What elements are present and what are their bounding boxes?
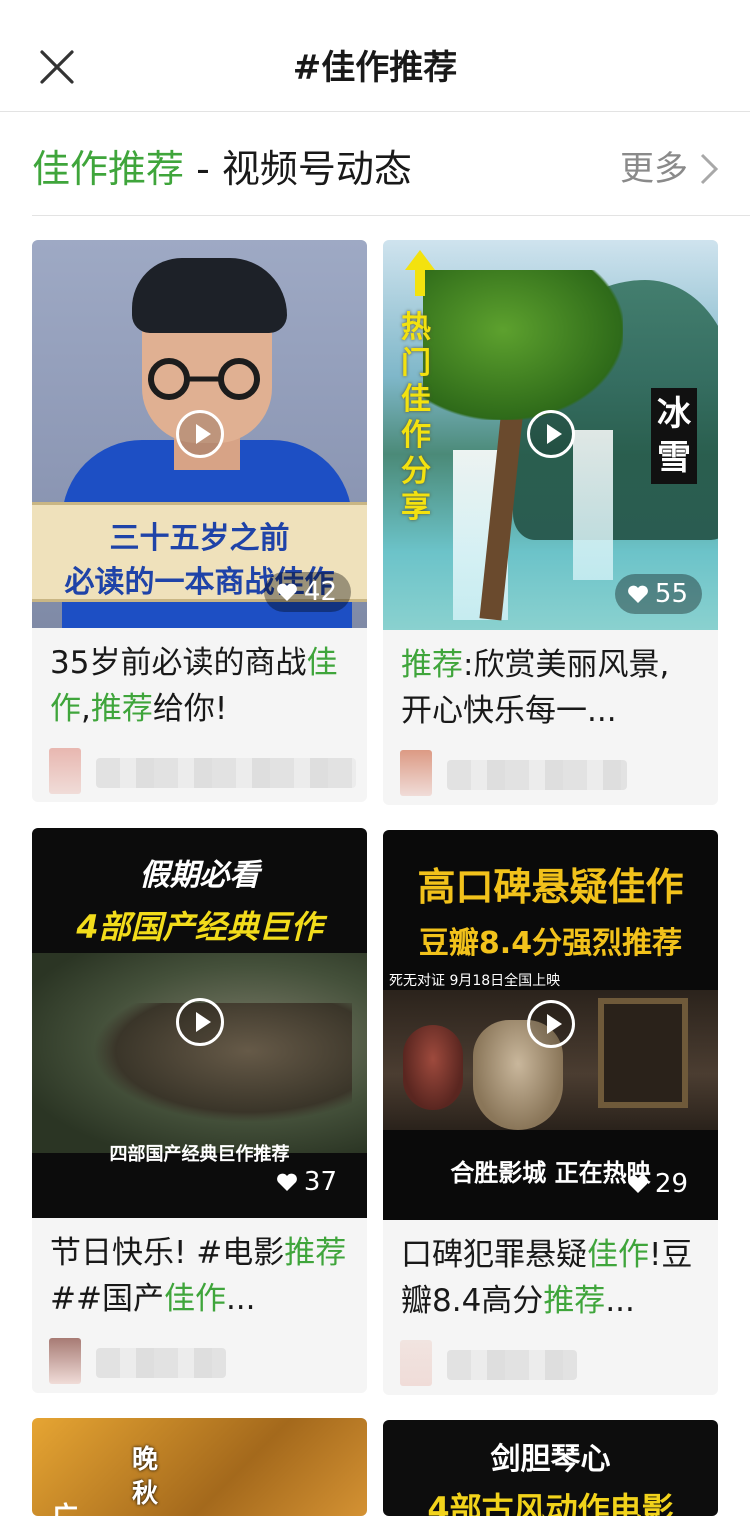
caption-text: 口碑犯罪悬疑 <box>401 1237 587 1273</box>
caption-text: ... <box>605 1283 635 1319</box>
thumb-text: 热门佳作分享 <box>401 310 431 525</box>
author-row <box>383 1330 718 1394</box>
page-title: #佳作推荐 <box>292 48 458 88</box>
thumb-text: 剑胆琴心 <box>490 1442 611 1477</box>
author-row <box>32 738 367 802</box>
video-card[interactable]: 晚秋 广 <box>32 1418 367 1516</box>
video-card[interactable]: 剑胆琴心 4部古风动作电影 <box>383 1420 718 1516</box>
avatar <box>49 748 81 794</box>
like-count-value: 37 <box>303 1167 337 1197</box>
avatar <box>400 1340 432 1386</box>
caption-text: 节日快乐! #电影 <box>50 1235 285 1271</box>
play-icon <box>176 410 224 458</box>
like-count: 29 <box>615 1164 702 1204</box>
video-thumbnail: 高口碑悬疑佳作 豆瓣8.4分强烈推荐 死无对证 9月18日全国上映 合胜影城 正… <box>383 830 718 1220</box>
play-icon <box>527 1000 575 1048</box>
author-name-blurred <box>447 1350 577 1380</box>
video-card[interactable]: 高口碑悬疑佳作 豆瓣8.4分强烈推荐 死无对证 9月18日全国上映 合胜影城 正… <box>383 830 718 1395</box>
author-name-blurred <box>96 1348 226 1378</box>
like-count: 42 <box>263 572 351 612</box>
play-icon <box>176 998 224 1046</box>
caption-keyword: 推荐 <box>284 1235 347 1271</box>
video-caption: 35岁前必读的商战佳作,推荐给你! <box>32 628 367 738</box>
video-caption: 推荐:欣赏美丽风景,开心快乐每一... <box>383 630 718 740</box>
video-card[interactable]: 三十五岁之前 必读的一本商战佳作 42 35岁前必读的商战佳作,推荐给你! <box>32 240 367 802</box>
thumb-text: 假期必看 <box>139 858 260 893</box>
thumb-text: 晚秋 <box>132 1445 159 1509</box>
thumb-text: 广 <box>52 1496 78 1516</box>
like-count-value: 42 <box>303 577 337 607</box>
thumb-waterfall <box>573 430 613 580</box>
heart-icon <box>276 1173 297 1191</box>
caption-keyword: 推荐 <box>543 1283 606 1319</box>
heart-icon <box>627 1175 648 1193</box>
video-thumbnail: 假期必看 4部国产经典巨作 四部国产经典巨作推荐 37 <box>32 828 367 1218</box>
chevron-right-icon <box>700 153 719 185</box>
thumb-tree <box>423 270 623 420</box>
like-count-value: 29 <box>654 1169 688 1199</box>
caption-keyword: 佳作 <box>163 1281 226 1317</box>
like-count: 37 <box>264 1162 351 1202</box>
video-caption: 节日快乐! #电影推荐 ##国产佳作... <box>32 1218 367 1328</box>
caption-keyword: 推荐 <box>90 691 153 727</box>
thumb-text: 冰雪 <box>651 388 697 484</box>
section-title-keyword: 佳作推荐 <box>32 147 185 191</box>
caption-text: ... <box>225 1281 256 1317</box>
caption-text: 35岁前必读的商战 <box>50 645 307 681</box>
caption-text: , <box>81 691 91 727</box>
caption-keyword: 推荐 <box>401 647 463 683</box>
more-link[interactable]: 更多 <box>620 144 720 194</box>
caption-text: 给你! <box>152 691 228 727</box>
author-row <box>32 1328 367 1392</box>
thumb-text: 4部国产经典巨作 <box>76 908 323 946</box>
video-thumbnail: 剑胆琴心 4部古风动作电影 <box>383 1420 718 1516</box>
thumb-text: 三十五岁之前 <box>109 521 290 556</box>
thumb-text: 4部古风动作电影 <box>427 1490 674 1516</box>
play-icon <box>527 410 575 458</box>
video-thumbnail: 热门佳作分享 冰雪 55 <box>383 240 718 630</box>
thumb-mask <box>403 1025 463 1110</box>
like-count-value: 55 <box>654 579 688 609</box>
video-card[interactable]: 假期必看 4部国产经典巨作 四部国产经典巨作推荐 37 节日快乐! #电影推荐 #… <box>32 828 367 1393</box>
arrow-up-icon <box>405 250 435 296</box>
author-row <box>383 740 718 804</box>
thumb-text: 高口碑悬疑佳作 <box>417 865 684 909</box>
thumb-person-hair <box>132 258 287 333</box>
thumb-text: 豆瓣8.4分强烈推荐 <box>418 926 683 961</box>
thumb-frame <box>598 998 688 1108</box>
like-count: 55 <box>614 574 702 614</box>
avatar <box>400 750 432 796</box>
author-name-blurred <box>447 760 627 790</box>
section-title: 佳作推荐 - 视频号动态 <box>32 142 412 196</box>
more-label: 更多 <box>620 149 688 189</box>
video-card[interactable]: 热门佳作分享 冰雪 55 推荐:欣赏美丽风景,开心快乐每一... <box>383 240 718 805</box>
caption-text: ##国产 <box>50 1281 164 1317</box>
heart-icon <box>276 583 297 601</box>
heart-icon <box>627 585 648 603</box>
section-title-rest: - 视频号动态 <box>184 147 412 191</box>
caption-keyword: 佳作 <box>587 1237 649 1273</box>
author-name-blurred <box>96 758 356 788</box>
video-thumbnail: 晚秋 广 <box>32 1418 367 1516</box>
avatar <box>49 1338 81 1384</box>
video-thumbnail: 三十五岁之前 必读的一本商战佳作 42 <box>32 240 367 628</box>
video-caption: 口碑犯罪悬疑佳作!豆瓣8.4高分推荐... <box>383 1220 718 1330</box>
glasses-icon <box>148 358 260 400</box>
thumb-text: 死无对证 9月18日全国上映 <box>389 973 561 989</box>
section-header: 佳作推荐 - 视频号动态 更多 <box>32 140 750 216</box>
top-bar: #佳作推荐 <box>0 0 750 112</box>
